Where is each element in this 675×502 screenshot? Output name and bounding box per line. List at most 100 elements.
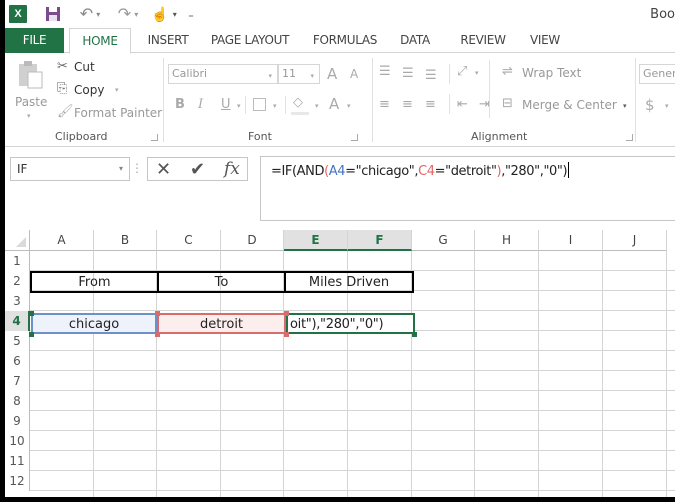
row-header-3[interactable]: 3	[5, 291, 30, 311]
row-header-7[interactable]: 7	[5, 371, 30, 391]
underline-button[interactable]: U	[221, 97, 231, 112]
paste-button[interactable]: Paste ▾	[13, 60, 49, 120]
row-header-5[interactable]: 5	[5, 331, 30, 351]
save-icon[interactable]	[45, 5, 61, 23]
bold-button[interactable]: B	[175, 97, 185, 112]
align-center-icon[interactable]: ≡	[402, 97, 413, 112]
currency-dropdown-icon[interactable]: ▾	[665, 102, 669, 110]
touch-mode-icon[interactable]: ☝ ▾	[150, 5, 178, 23]
align-right-icon[interactable]: ≡	[425, 97, 436, 112]
borders-icon[interactable]	[253, 98, 266, 111]
column-header-B[interactable]: B	[94, 230, 157, 251]
copy-button[interactable]: ⎘ Copy ▾	[57, 81, 127, 99]
tab-home[interactable]: HOME	[69, 28, 131, 54]
formula-part: C4	[418, 164, 435, 179]
clipboard-launcher-icon[interactable]	[151, 134, 158, 141]
fill-color-icon[interactable]: ◇	[293, 95, 303, 110]
select-all-button[interactable]	[5, 230, 30, 251]
customize-qat-icon[interactable]: ₌	[185, 5, 197, 23]
range-handle[interactable]	[155, 311, 160, 316]
merge-dropdown-icon[interactable]: ▾	[623, 102, 627, 110]
gridline	[30, 390, 675, 391]
orientation-icon[interactable]: ⤢	[457, 64, 467, 79]
fill-color-dropdown-icon[interactable]: ▾	[315, 102, 319, 110]
borders-dropdown-icon[interactable]: ▾	[273, 102, 277, 110]
insert-function-icon[interactable]: fx	[224, 158, 240, 180]
column-header-H[interactable]: H	[475, 230, 539, 251]
range-handle[interactable]	[155, 332, 160, 337]
tab-review[interactable]: REVIEW	[455, 28, 511, 53]
enter-icon[interactable]: ✔	[190, 158, 205, 180]
bottom-align-icon[interactable]: ☰	[425, 68, 437, 83]
row-header-1[interactable]: 1	[5, 251, 30, 271]
row-header-9[interactable]: 9	[5, 411, 30, 431]
column-header-D[interactable]: D	[221, 230, 284, 251]
spreadsheet-grid[interactable]: ABCDEFGHIJ 1 2 3 4 5 6 7 8 9 10 11 12 From To Miles…	[5, 230, 675, 497]
top-align-icon[interactable]: ☰	[379, 64, 391, 79]
range-handle[interactable]	[29, 311, 34, 316]
decrease-indent-icon[interactable]: ⇤	[457, 97, 468, 112]
italic-button[interactable]: I	[198, 97, 203, 112]
underline-dropdown-icon[interactable]: ▾	[237, 102, 241, 110]
column-header-G[interactable]: G	[412, 230, 475, 251]
undo-icon[interactable]: ↶ ▾	[77, 5, 103, 23]
formula-part: =IF(AND	[271, 164, 325, 179]
column-header-F[interactable]: F	[348, 230, 412, 251]
row-header-2[interactable]: 2	[5, 271, 30, 291]
row-header-11[interactable]: 11	[5, 451, 30, 471]
font-name-dropdown[interactable]: Calibri ▾	[168, 64, 278, 84]
fill-handle[interactable]	[412, 332, 417, 337]
range-handle[interactable]	[29, 332, 34, 337]
range-handle[interactable]	[284, 311, 289, 316]
align-left-icon[interactable]: ≡	[379, 97, 390, 112]
row-header-4[interactable]: 4	[5, 311, 30, 331]
cut-label: Cut	[74, 60, 95, 74]
middle-align-icon[interactable]: ☰	[402, 66, 414, 81]
column-header-I[interactable]: I	[539, 230, 603, 251]
tab-page-layout[interactable]: PAGE LAYOUT	[205, 28, 295, 53]
cell-E2-Miles-Driven[interactable]: Miles Driven	[284, 271, 414, 293]
tab-data[interactable]: DATA	[395, 28, 435, 53]
font-color-dropdown-icon[interactable]: ▾	[347, 102, 351, 110]
shrink-font-button[interactable]: A	[350, 67, 358, 81]
gridline	[30, 490, 675, 491]
cell-A2-From[interactable]: From	[30, 271, 159, 293]
grow-font-button[interactable]: A	[327, 65, 337, 83]
merge-center-button[interactable]: ⊟ Merge & Center ▾	[502, 96, 632, 116]
tab-file[interactable]: FILE	[5, 28, 64, 53]
redo-icon[interactable]: ↷ ▾	[115, 5, 141, 23]
formula-input[interactable]: =IF(AND(A4="chicago",C4="detroit"),"280"…	[260, 156, 675, 221]
column-header-J[interactable]: J	[603, 230, 667, 251]
format-painter-label: Format Painter	[74, 106, 163, 120]
column-header-E[interactable]: E	[284, 230, 348, 251]
tab-formulas[interactable]: FORMULAS	[309, 28, 381, 53]
font-launcher-icon[interactable]	[351, 134, 358, 141]
font-size-dropdown[interactable]: 11 ▾	[278, 64, 320, 84]
font-color-button[interactable]: A	[329, 95, 339, 113]
cell-A4-chicago[interactable]: chicago	[31, 313, 157, 334]
cut-button[interactable]: ✂ Cut	[57, 59, 107, 77]
cell-C2-To[interactable]: To	[157, 271, 286, 293]
name-box[interactable]: IF ▾	[10, 157, 130, 181]
alignment-launcher-icon[interactable]	[626, 134, 633, 141]
range-handle[interactable]	[284, 332, 289, 337]
increase-indent-icon[interactable]: ⇥	[479, 97, 490, 112]
column-header-C[interactable]: C	[157, 230, 221, 251]
resize-handle[interactable]: ⋮	[131, 161, 143, 175]
orientation-dropdown-icon[interactable]: ▾	[475, 69, 479, 77]
currency-button[interactable]: $	[645, 96, 655, 114]
cell-E4-formula[interactable]: oit"),"280","0")	[286, 313, 415, 334]
cell-C4-detroit[interactable]: detroit	[157, 313, 286, 334]
tab-insert[interactable]: INSERT	[143, 28, 193, 53]
row-header-8[interactable]: 8	[5, 391, 30, 411]
format-painter-button[interactable]: 🖌 Format Painter	[57, 104, 162, 122]
row-header-6[interactable]: 6	[5, 351, 30, 371]
row-header-10[interactable]: 10	[5, 431, 30, 451]
chevron-down-icon[interactable]: ▾	[119, 158, 123, 180]
number-format-dropdown[interactable]: Gener	[639, 64, 675, 84]
column-header-A[interactable]: A	[30, 230, 94, 251]
wrap-text-button[interactable]: ⇌ Wrap Text	[502, 64, 592, 84]
tab-view[interactable]: VIEW	[525, 28, 565, 53]
cancel-icon[interactable]: ✕	[156, 158, 171, 180]
row-header-12[interactable]: 12	[5, 471, 30, 491]
